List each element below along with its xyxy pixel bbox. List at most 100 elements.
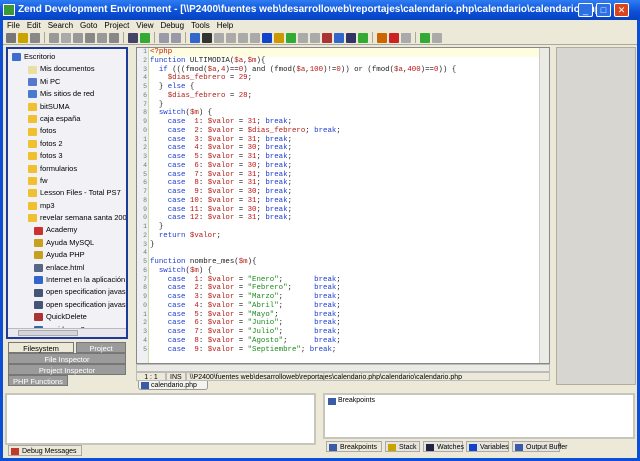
toolbar-button-icon[interactable] [159,32,169,43]
toolbar-button-icon[interactable] [18,32,28,43]
toolbar-button-icon[interactable] [286,32,296,43]
code-line: case 8: $valor = 31; break; [150,179,539,188]
tree-item[interactable]: open specification javascript [8,299,126,311]
tree-item[interactable]: revelar semana santa 2003 [8,212,126,224]
toolbar-button-icon[interactable] [61,32,71,43]
maximize-button[interactable]: □ [596,3,611,17]
menu-project[interactable]: Project [104,20,129,31]
toolbar-button-icon[interactable] [298,32,308,43]
toolbar-button-icon[interactable] [377,32,387,43]
tree-item[interactable]: fotos [8,125,126,137]
tree-item[interactable]: Ayuda MySQL [8,237,126,249]
tree-item[interactable]: Ayuda PHP [8,249,126,261]
toolbar-button-icon[interactable] [30,32,40,43]
file-tab-calendario[interactable]: calendario.php [138,381,208,390]
editor-horizontal-scrollbar[interactable] [136,364,550,372]
tree-item[interactable]: fotos 2 [8,138,126,150]
menu-edit[interactable]: Edit [27,20,41,31]
toolbar-button-icon[interactable] [73,32,83,43]
toolbar-button-icon[interactable] [190,32,200,43]
tab-watches[interactable]: Watches [423,441,464,452]
toolbar-button-icon[interactable] [432,32,442,43]
toolbar-button-icon[interactable] [250,32,260,43]
tab-breakpoints[interactable]: Breakpoints [326,441,382,452]
toolbar-button-icon[interactable] [85,32,95,43]
menu-help[interactable]: Help [217,20,233,31]
tab-file-inspector[interactable]: File Inspector [8,353,126,364]
tree-item[interactable]: Mi PC [8,76,126,88]
menu-tools[interactable]: Tools [191,20,210,31]
tree-item[interactable]: formularios [8,163,126,175]
code-token: $valor [207,126,235,135]
toolbar-button-icon[interactable] [238,32,248,43]
code-token: 1 [185,275,199,284]
toolbar-button-icon[interactable] [322,32,332,43]
tree-item-escritorio[interactable]: Escritorio [8,51,126,63]
tab-php-functions[interactable]: PHP Functions [8,375,68,386]
toolbar-button-icon[interactable] [262,32,272,43]
tree-horizontal-scrollbar[interactable] [8,328,126,337]
tab-output-buffer[interactable]: Output Buffer [512,441,568,452]
tree-item[interactable]: bitSUMA [8,101,126,113]
menu-search[interactable]: Search [48,20,73,31]
editor-vertical-scrollbar[interactable] [539,48,549,363]
toolbar-button-icon[interactable] [346,32,356,43]
toolbar-button-icon[interactable] [358,32,368,43]
toolbar-button-icon[interactable] [140,32,150,43]
code-token: = [234,293,248,301]
code-token: case [167,170,186,179]
tree-item[interactable]: fotos 3 [8,150,126,162]
tree-item[interactable]: fw [8,175,126,187]
tree-item[interactable]: Academy [8,224,126,236]
code-line: case 12: $valor = 31; break; [150,214,539,223]
tab-filesystem[interactable]: Filesystem [8,342,74,353]
toolbar-button-icon[interactable] [171,32,181,43]
code-token: ; [287,118,292,126]
tree-item[interactable]: enlace.html [8,262,126,274]
toolbar-button-icon[interactable] [310,32,320,43]
toolbar-button-icon[interactable] [202,32,212,43]
menu-goto[interactable]: Goto [80,20,97,31]
code-area[interactable]: <?php function ULTIMODIA($a,$m){ if (((fm… [150,48,539,354]
tree-item[interactable]: Lesson Files - Total PS7 [8,187,126,199]
menu-file[interactable]: File [7,20,20,31]
toolbar-button-icon[interactable] [389,32,399,43]
toolbar-button-icon[interactable] [401,32,411,43]
toolbar-button-icon[interactable] [49,32,59,43]
tree-item[interactable]: Mis sitios de red [8,88,126,100]
minimize-button[interactable]: _ [578,3,593,17]
menu-bar: File Edit Search Goto Project View Debug Tools H… [3,20,637,31]
tree-item[interactable]: Internet en la aplicación de... [8,274,126,286]
tab-project-inspector[interactable]: Project Inspector [8,364,126,375]
toolbar-button-icon[interactable] [214,32,224,43]
code-token: $valor [207,293,235,301]
code-token: )) or (fmod( [340,65,395,74]
code-token: : [198,205,208,214]
code-editor[interactable]: 12345678901234567890123456789012345 <?ph… [136,47,550,364]
tree-item[interactable]: open specification javascript [8,286,126,298]
menu-debug[interactable]: Debug [161,20,185,31]
toolbar-button-icon[interactable] [226,32,236,43]
tree-item[interactable]: Mis documentos [8,63,126,75]
toolbar-button-icon[interactable] [97,32,107,43]
desktop-icon [12,53,21,62]
menu-view[interactable]: View [136,20,153,31]
toolbar-button-icon[interactable] [274,32,284,43]
tree-item-label: revelar semana santa 2003 [40,213,128,223]
code-line: case 10: $valor = 31; break; [150,197,539,206]
toolbar-button-icon[interactable] [420,32,430,43]
tree-item[interactable]: QuickDelete [8,311,126,323]
tab-stack[interactable]: Stack [385,441,420,452]
toolbar-button-icon[interactable] [109,32,119,43]
tree-item[interactable]: caja españa [8,113,126,125]
tab-variables[interactable]: Variables [466,441,509,452]
code-token: 9 [185,188,199,196]
close-button[interactable]: ✕ [614,3,629,17]
toolbar-button-icon[interactable] [128,32,138,43]
toolbar-button-icon[interactable] [334,32,344,43]
tab-project[interactable]: Project [76,342,126,353]
line-number: 3 [143,328,147,335]
tree-item[interactable]: mp3 [8,200,126,212]
tab-debug-messages[interactable]: Debug Messages [8,445,82,456]
toolbar-button-icon[interactable] [6,32,16,43]
